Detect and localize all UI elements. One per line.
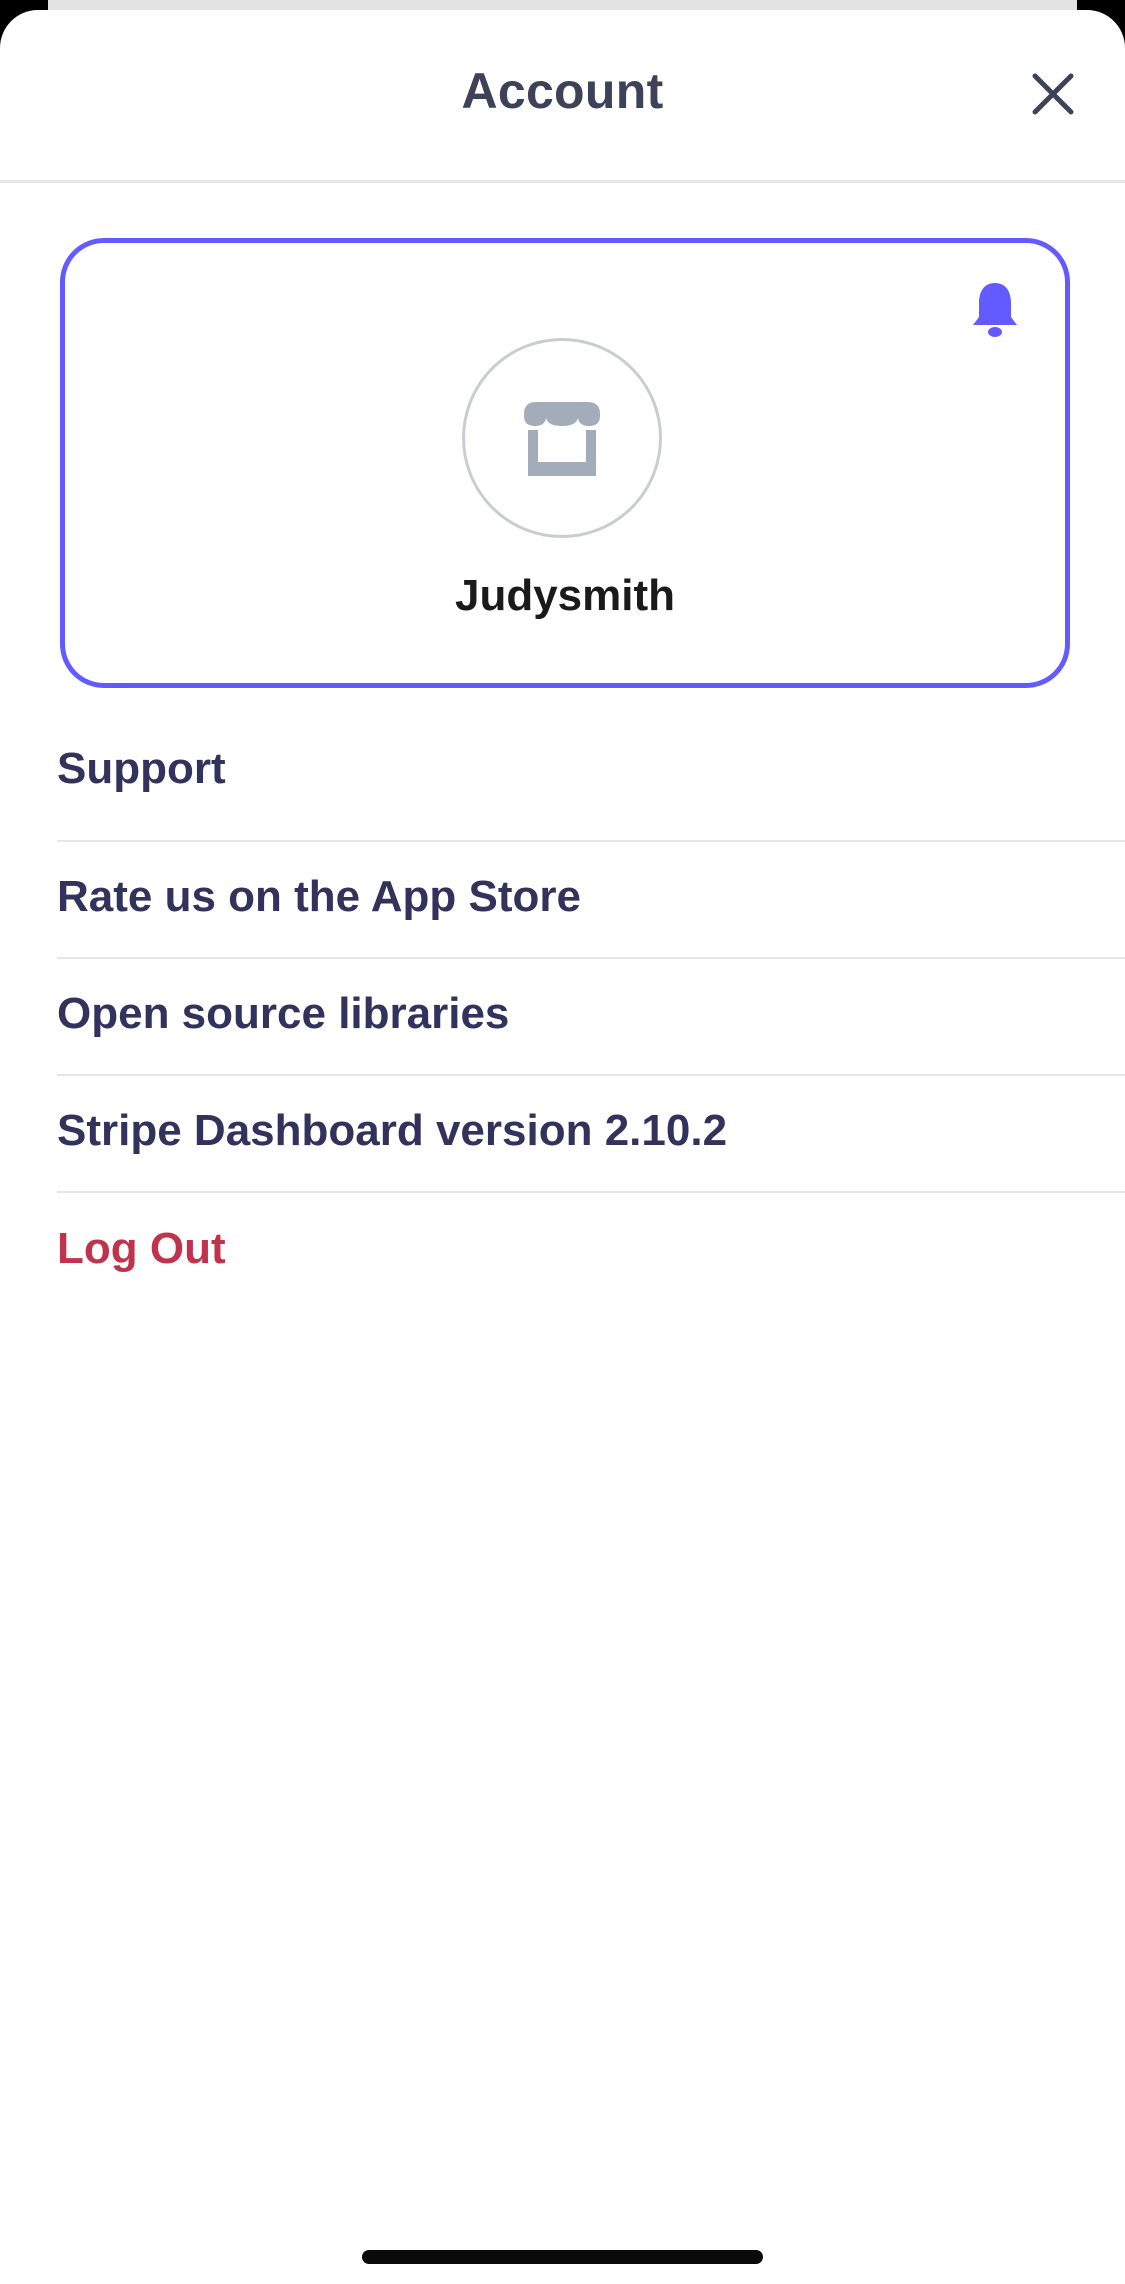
account-name: Judysmith [454,571,676,620]
menu-item-version: Stripe Dashboard version 2.10.2 [57,1076,1125,1193]
storefront-icon [524,402,600,476]
account-menu: Support Rate us on the App Store Open so… [57,722,1125,1310]
sheet-header: Account [0,10,1125,183]
menu-item-open-source[interactable]: Open source libraries [57,959,1125,1076]
close-icon [1032,73,1074,115]
account-card[interactable]: Judysmith [60,238,1070,688]
avatar [462,338,662,538]
bell-icon [973,283,1017,337]
notifications-button[interactable] [969,279,1021,339]
close-button[interactable] [1021,62,1085,126]
page-title: Account [461,63,664,119]
home-indicator [362,2250,763,2264]
menu-item-support[interactable]: Support [57,722,1125,842]
menu-item-rate-app[interactable]: Rate us on the App Store [57,842,1125,959]
account-sheet: Account Judysmith Support Rate us on the… [0,10,1125,2284]
logout-button[interactable]: Log Out [57,1193,1125,1310]
